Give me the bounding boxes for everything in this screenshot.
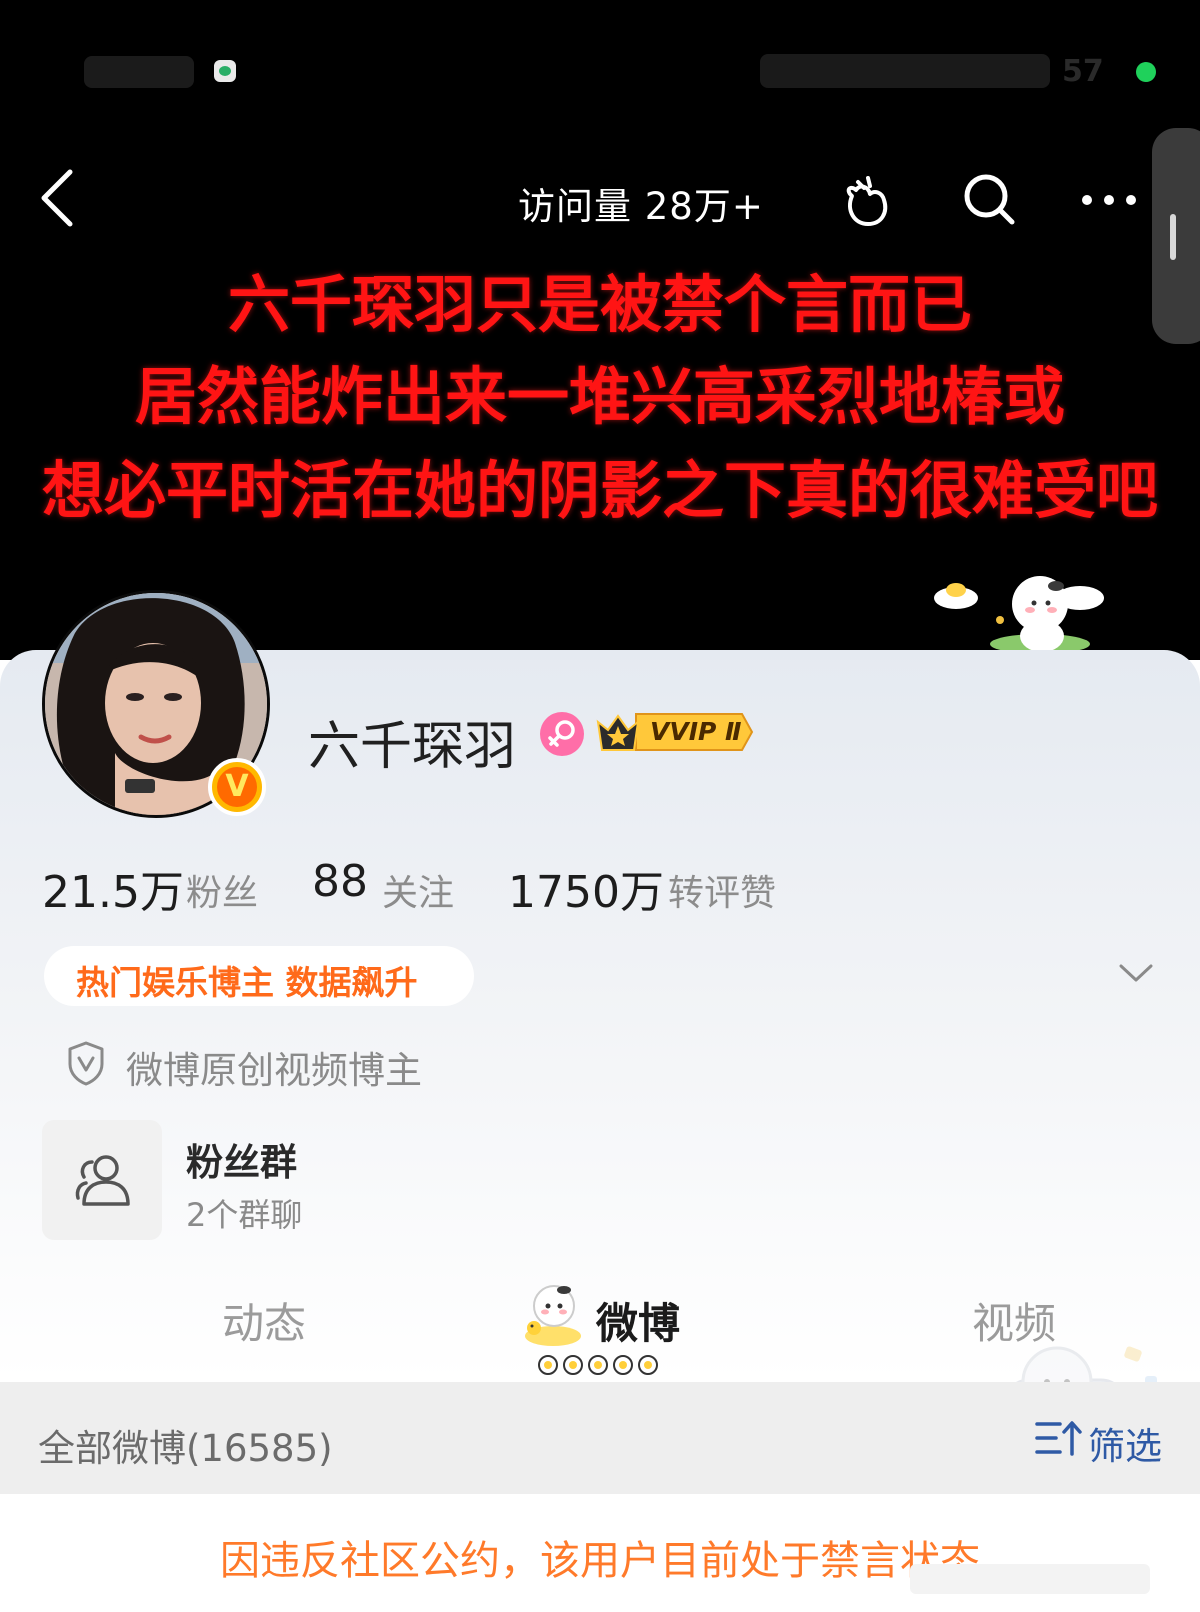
status-battery: 57 [1062,54,1104,89]
verified-badge: V [208,758,266,816]
female-icon [540,712,584,756]
filter-button[interactable]: 筛选 [1088,1416,1162,1470]
tab-active-indicator [536,1352,664,1378]
search-icon [964,174,1015,225]
expand-profile-button[interactable] [1118,958,1154,988]
fans-count[interactable]: 21.5万 [42,856,184,920]
ban-notice-area: 因违反社区公约，该用户目前处于禁言状态 [0,1494,1200,1612]
search-button[interactable] [960,170,1020,230]
back-button[interactable] [34,166,86,230]
status-carrier-blur [84,56,194,88]
fan-group-count: 2个群聊 [186,1196,303,1234]
fan-group-title[interactable]: 粉丝群 [186,1132,297,1186]
visit-count: 访问量 28万+ [518,185,764,228]
group-icon [75,1155,130,1206]
banner-text-line: 想必平时活在她的阴影之下真的很难受吧 [41,454,1158,527]
tab-dynamic[interactable]: 动态 [222,1290,306,1351]
wechat-notification-icon [214,60,236,82]
filter-icon[interactable] [1034,1418,1082,1458]
banner-text-line: 六千琛羽只是被禁个言而已 [227,268,972,341]
feed-header: 全部微博(16585) 筛选 [0,1382,1200,1494]
status-bar: 57 [0,44,1200,100]
tab-cow-sticker [518,1280,588,1350]
hot-blogger-tag[interactable]: 热门娱乐博主 数据飙升 [44,946,474,1006]
following-count[interactable]: 88 [312,856,368,907]
pet-button[interactable] [838,170,898,230]
more-button[interactable] [1078,180,1140,220]
vip-label: VVIP Ⅱ [650,717,742,746]
online-dot-icon [1136,62,1156,82]
hot-blogger-tag-text: 热门娱乐博主 数据飙升 [76,963,418,1002]
status-indicators-blur [760,54,1050,88]
following-label[interactable]: 关注 [382,864,454,916]
tab-weibo[interactable]: 微博 [596,1290,680,1351]
banner-text-line: 居然能炸出来一堆兴高采烈地椿或 [134,360,1065,433]
original-video-blogger-label[interactable]: 微博原创视频博主 [126,1040,422,1094]
vip-badge[interactable]: VVIP Ⅱ [596,708,756,756]
interactions-count: 1750万 [508,867,664,918]
verified-v-icon: V [217,767,257,807]
watermark-blur [910,1564,1150,1594]
cow-sticker-decoration [930,570,1130,660]
pet-sticker-icon [846,176,888,226]
fans-label[interactable]: 粉丝 [186,864,258,916]
tab-video[interactable]: 视频 [972,1290,1056,1351]
profile-banner: 57 访问量 28万+ 六千琛羽只是被禁个言而已 居然能炸出来一堆兴高采烈地椿或… [0,0,1200,660]
shield-icon [66,1040,106,1086]
all-weibo-count[interactable]: 全部微博(16585) [38,1418,333,1472]
more-icon [1082,195,1136,205]
chevron-down-icon [1119,964,1153,982]
back-arrow-icon [41,169,73,227]
interactions-label: 转评赞 [668,873,777,914]
username: 六千琛羽 [308,717,517,777]
fan-group-button[interactable] [42,1120,162,1240]
